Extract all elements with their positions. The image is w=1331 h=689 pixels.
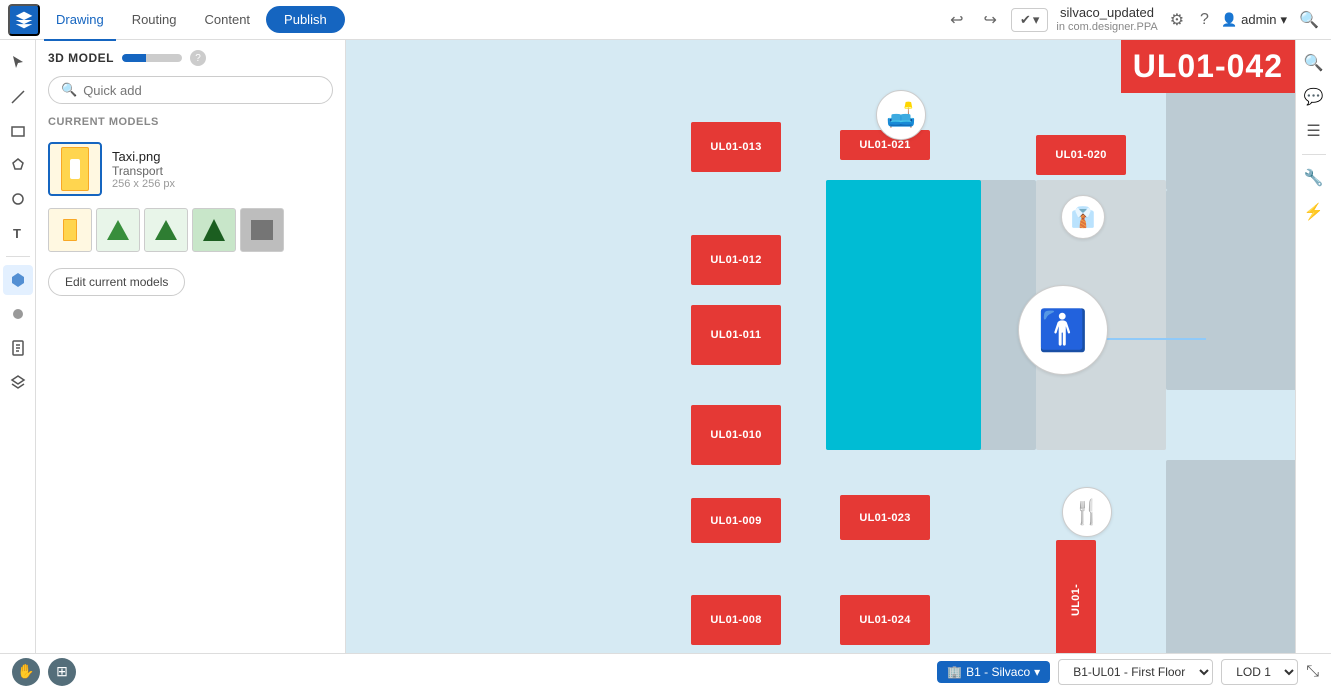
hand-tool-button[interactable]: ✋ bbox=[12, 658, 40, 686]
grid-tool-button[interactable]: ⊞ bbox=[48, 658, 76, 686]
right-sidebar: 🔍 💬 ☰ 🔧 ⚡ bbox=[1295, 40, 1331, 653]
cursor-tool-button[interactable] bbox=[3, 48, 33, 78]
main-area: T 3D MODEL ? 🔍 CURRENT MODEL bbox=[0, 40, 1331, 653]
room-label-UL01-009[interactable]: UL01-009 bbox=[691, 498, 781, 543]
help-button[interactable]: ? bbox=[1196, 7, 1213, 33]
room-label-UL01-011[interactable]: UL01-011 bbox=[691, 305, 781, 365]
room-label-UL01-024[interactable]: UL01-024 bbox=[840, 595, 930, 645]
toolbar-tools: ↩ ↪ ✔ ▾ silvaco_updated in com.designer.… bbox=[944, 5, 1323, 34]
variant-1[interactable] bbox=[48, 208, 92, 252]
layers-tool-button[interactable] bbox=[3, 367, 33, 397]
3d-model-tool-button[interactable] bbox=[3, 265, 33, 295]
tab-content[interactable]: Content bbox=[193, 1, 263, 41]
user-dropdown-arrow: ▾ bbox=[1281, 12, 1288, 28]
search-nav-button[interactable]: 🔍 bbox=[1295, 6, 1323, 34]
user-icon: 👤 bbox=[1221, 12, 1237, 28]
settings-button[interactable]: ⚙ bbox=[1166, 6, 1188, 34]
model-thumb-inner bbox=[61, 147, 89, 191]
quick-add-input[interactable] bbox=[83, 83, 320, 98]
left-panel: 3D MODEL ? 🔍 CURRENT MODELS Taxi.png Tra… bbox=[36, 40, 346, 653]
model-size: 256 x 256 px bbox=[112, 178, 333, 190]
3d-model-toggle-row: 3D MODEL ? bbox=[48, 50, 333, 66]
model-variants bbox=[48, 202, 333, 264]
map-icon-hanger-1: 👔 bbox=[1061, 195, 1105, 239]
model-category: Transport bbox=[112, 164, 333, 178]
wrench-right-button[interactable]: 🔧 bbox=[1299, 163, 1329, 193]
undo-button[interactable]: ↩ bbox=[944, 6, 969, 34]
model-name: Taxi.png bbox=[112, 149, 333, 164]
tab-drawing[interactable]: Drawing bbox=[44, 1, 116, 41]
current-models-label: CURRENT MODELS bbox=[48, 116, 333, 128]
map-canvas[interactable]: UL01-042 UL01-013 UL01-021 UL01-020 UL01… bbox=[346, 40, 1295, 653]
menu-right-button[interactable]: ☰ bbox=[1299, 116, 1329, 146]
building-dropdown-arrow: ▾ bbox=[1034, 665, 1040, 679]
right-separator bbox=[1302, 154, 1326, 155]
map-inner: UL01-042 UL01-013 UL01-021 UL01-020 UL01… bbox=[346, 40, 1295, 653]
search-icon: 🔍 bbox=[61, 82, 77, 98]
quick-add-search[interactable]: 🔍 bbox=[48, 76, 333, 104]
variant-2[interactable] bbox=[96, 208, 140, 252]
building-icon: 🏢 bbox=[947, 665, 962, 679]
redo-button[interactable]: ↪ bbox=[978, 6, 1003, 34]
room-label-UL01-008[interactable]: UL01-008 bbox=[691, 595, 781, 645]
lightning-right-button[interactable]: ⚡ bbox=[1299, 197, 1329, 227]
svg-text:T: T bbox=[13, 226, 21, 241]
room-label-UL01-partial[interactable]: UL01- bbox=[1056, 540, 1096, 653]
3d-model-toggle[interactable] bbox=[122, 54, 182, 62]
room-label-UL01-010[interactable]: UL01-010 bbox=[691, 405, 781, 465]
model-item: Taxi.png Transport 256 x 256 px bbox=[48, 136, 333, 202]
panel-model-section: 3D MODEL ? 🔍 CURRENT MODELS Taxi.png Tra… bbox=[36, 40, 345, 318]
variant-5[interactable] bbox=[240, 208, 284, 252]
circle-tool-button[interactable] bbox=[3, 184, 33, 214]
document-tool-button[interactable] bbox=[3, 333, 33, 363]
map-icon-food: 🍴 bbox=[1062, 487, 1112, 537]
model-thumbnail bbox=[48, 142, 102, 196]
left-icon-bar: T bbox=[0, 40, 36, 653]
file-info: silvaco_updated in com.designer.PPA bbox=[1056, 5, 1157, 34]
logo-button[interactable] bbox=[8, 4, 40, 36]
text-tool-button[interactable]: T bbox=[3, 218, 33, 248]
lod-select[interactable]: LOD 1 bbox=[1221, 659, 1298, 685]
separator-1 bbox=[6, 256, 30, 257]
model-info: Taxi.png Transport 256 x 256 px bbox=[112, 149, 333, 190]
dropdown-arrow: ▾ bbox=[1033, 12, 1040, 28]
map-icon-sofa: 🛋️ bbox=[876, 90, 926, 140]
top-navigation: Drawing Routing Content Publish ↩ ↪ ✔ ▾ … bbox=[0, 0, 1331, 40]
gray-room-3 bbox=[1166, 190, 1295, 390]
room-label-UL01-012[interactable]: UL01-012 bbox=[691, 235, 781, 285]
room-label-UL01-042-large: UL01-042 bbox=[1121, 40, 1295, 93]
floor-select[interactable]: B1-UL01 - First Floor bbox=[1058, 659, 1213, 685]
edit-models-button[interactable]: Edit current models bbox=[48, 268, 185, 296]
variant-3[interactable] bbox=[144, 208, 188, 252]
check-icon: ✔ bbox=[1020, 12, 1031, 28]
polygon-tool-button[interactable] bbox=[3, 150, 33, 180]
publish-button[interactable]: Publish bbox=[266, 6, 345, 33]
room-label-UL01-023[interactable]: UL01-023 bbox=[840, 495, 930, 540]
rect-tool-button[interactable] bbox=[3, 116, 33, 146]
chat-right-button[interactable]: 💬 bbox=[1299, 82, 1329, 112]
room-label-UL01-013[interactable]: UL01-013 bbox=[691, 122, 781, 172]
help-circle-icon[interactable]: ? bbox=[190, 50, 206, 66]
room-label-UL01-020[interactable]: UL01-020 bbox=[1036, 135, 1126, 175]
check-dropdown-button[interactable]: ✔ ▾ bbox=[1011, 8, 1048, 32]
building-select[interactable]: 🏢 B1 - Silvaco ▾ bbox=[937, 661, 1050, 683]
paint-tool-button[interactable] bbox=[3, 299, 33, 329]
user-menu[interactable]: 👤 admin ▾ bbox=[1221, 12, 1287, 28]
search-right-button[interactable]: 🔍 bbox=[1299, 48, 1329, 78]
gray-room-4 bbox=[1166, 460, 1295, 653]
bottom-bar: ✋ ⊞ 🏢 B1 - Silvaco ▾ B1-UL01 - First Flo… bbox=[0, 653, 1331, 689]
variant-4[interactable] bbox=[192, 208, 236, 252]
fullscreen-button[interactable]: ⤡ bbox=[1306, 663, 1319, 681]
line-tool-button[interactable] bbox=[3, 82, 33, 112]
map-icon-person: 🚹 bbox=[1018, 285, 1108, 375]
blue-rect-main bbox=[826, 180, 981, 450]
tab-routing[interactable]: Routing bbox=[120, 1, 189, 41]
